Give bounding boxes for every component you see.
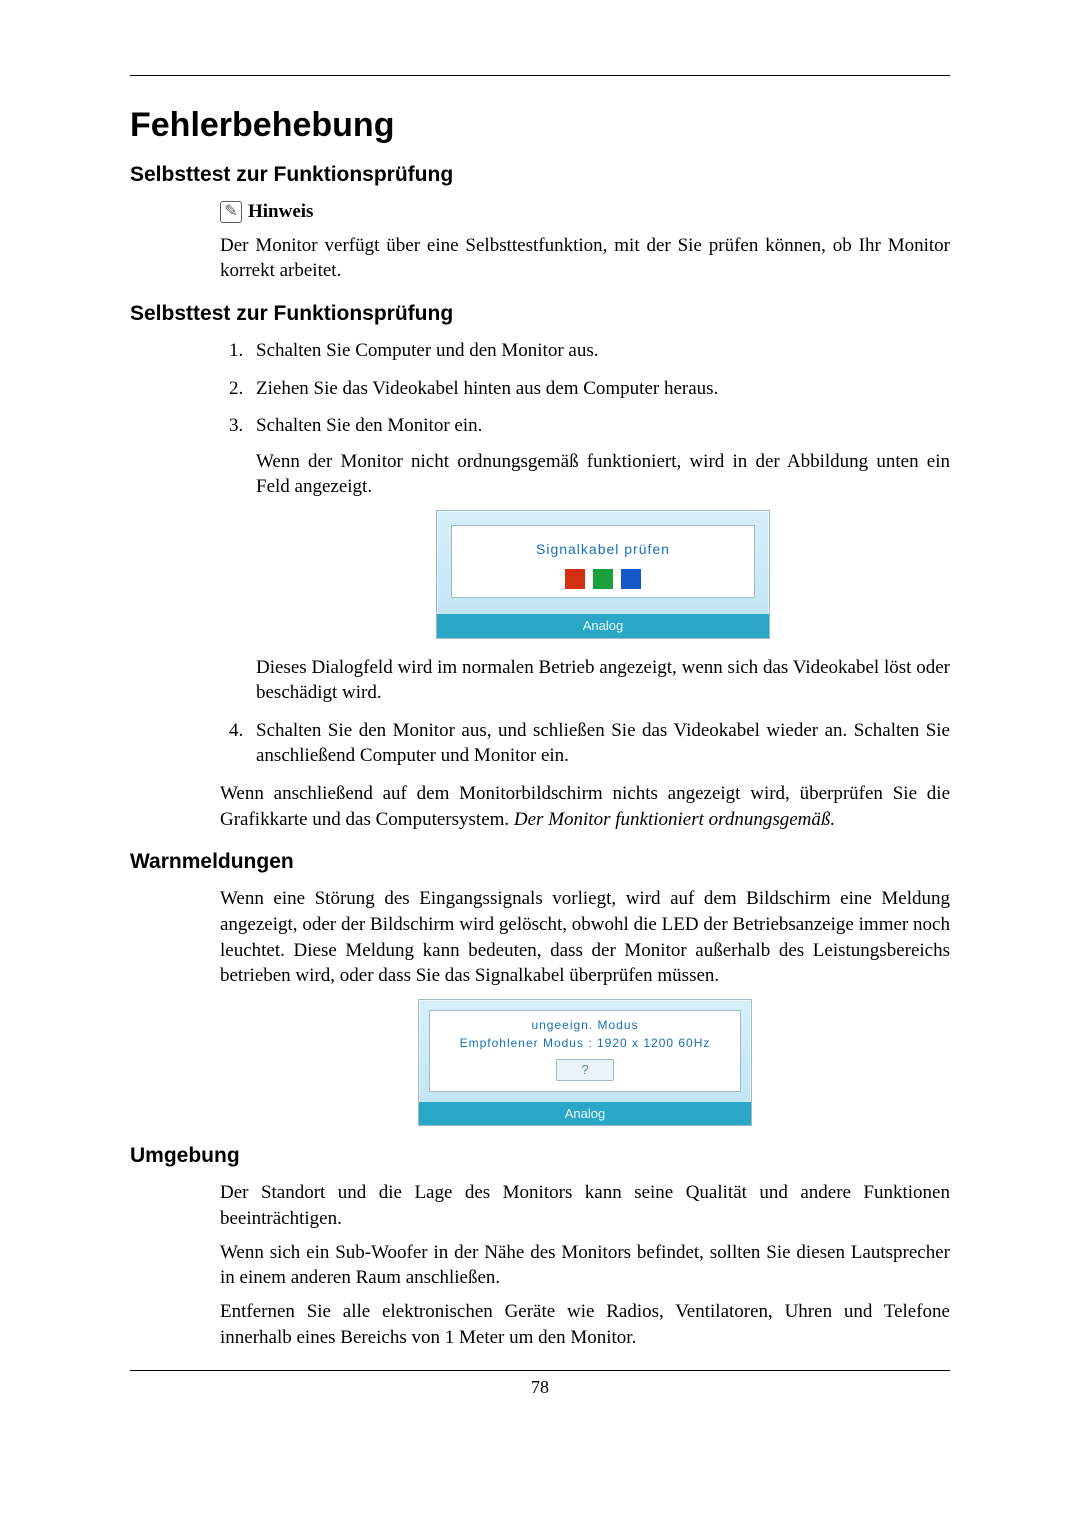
env-p1: Der Standort und die Lage des Monitors k… xyxy=(220,1180,950,1231)
section-heading-selftest-1: Selbsttest zur Funktionsprüfung xyxy=(130,163,950,187)
green-square-icon xyxy=(593,569,613,589)
signal-cable-dialog: Signalkabel prüfen Analog xyxy=(436,510,770,638)
page-title: Fehlerbehebung xyxy=(130,106,950,145)
list-item: Ziehen Sie das Videokabel hinten aus dem… xyxy=(248,376,950,402)
list-item: Schalten Sie den Monitor ein. Wenn der M… xyxy=(248,413,950,706)
step-text: Schalten Sie den Monitor aus, und schlie… xyxy=(256,720,950,767)
mode-warning-dialog: ungeeign. Modus Empfohlener Modus : 1920… xyxy=(418,999,752,1126)
selftest-conclusion: Wenn anschließend auf dem Monitorbildsch… xyxy=(220,781,950,832)
list-item: Schalten Sie den Monitor aus, und schlie… xyxy=(248,718,950,769)
warnings-block: Wenn eine Störung des Eingangssignals vo… xyxy=(220,886,950,1126)
dialog-message: Signalkabel prüfen xyxy=(452,540,754,559)
list-item: Schalten Sie Computer und den Monitor au… xyxy=(248,338,950,364)
selftest-steps: Schalten Sie Computer und den Monitor au… xyxy=(130,338,950,769)
dialog-body: ungeeign. Modus Empfohlener Modus : 1920… xyxy=(429,1010,741,1092)
step3-followup: Wenn der Monitor nicht ordnungsgemäß fun… xyxy=(256,449,950,500)
red-square-icon xyxy=(565,569,585,589)
conclusion-italic: Der Monitor funktioniert ordnungsgemäß. xyxy=(514,809,835,830)
color-squares xyxy=(452,569,754,589)
environment-block: Der Standort und die Lage des Monitors k… xyxy=(220,1180,950,1350)
note-label: Hinweis xyxy=(248,199,313,225)
warnings-text: Wenn eine Störung des Eingangssignals vo… xyxy=(220,886,950,989)
document-page: Fehlerbehebung Selbsttest zur Funktionsp… xyxy=(0,0,1080,1527)
page-number: 78 xyxy=(130,1377,950,1398)
top-rule xyxy=(130,75,950,76)
dialog-line2: Empfohlener Modus : 1920 x 1200 60Hz xyxy=(430,1035,740,1051)
section-heading-warnings: Warnmeldungen xyxy=(130,850,950,874)
section-heading-environment: Umgebung xyxy=(130,1144,950,1168)
step-text: Schalten Sie Computer und den Monitor au… xyxy=(256,340,598,361)
dialog-help-button: ? xyxy=(556,1059,614,1081)
dialog-body: Signalkabel prüfen xyxy=(451,525,755,598)
section-heading-selftest-2: Selbsttest zur Funktionsprüfung xyxy=(130,302,950,326)
note-icon: ✎ xyxy=(220,201,242,223)
step3-after-dialog: Dieses Dialogfeld wird im normalen Betri… xyxy=(256,655,950,706)
dialog-footer: Analog xyxy=(437,614,769,638)
env-p3: Entfernen Sie alle elektronischen Geräte… xyxy=(220,1299,950,1350)
step-text: Schalten Sie den Monitor ein. xyxy=(256,415,482,436)
note-block: ✎ Hinweis Der Monitor verfügt über eine … xyxy=(220,199,950,284)
dialog-footer: Analog xyxy=(419,1102,751,1126)
blue-square-icon xyxy=(621,569,641,589)
bottom-rule xyxy=(130,1370,950,1371)
note-text: Der Monitor verfügt über eine Selbsttest… xyxy=(220,233,950,284)
step-text: Ziehen Sie das Videokabel hinten aus dem… xyxy=(256,378,718,399)
env-p2: Wenn sich ein Sub-Woofer in der Nähe des… xyxy=(220,1240,950,1291)
dialog-line1: ungeeign. Modus xyxy=(430,1017,740,1033)
